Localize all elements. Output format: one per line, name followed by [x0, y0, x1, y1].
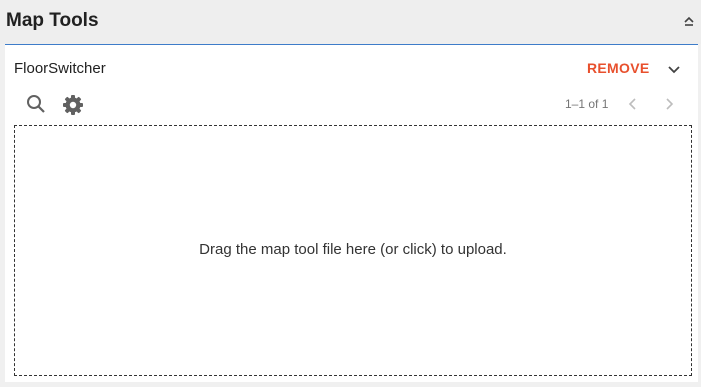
gear-icon	[62, 94, 84, 116]
panel-header: Map Tools	[0, 0, 701, 44]
chevron-left-icon	[626, 96, 640, 112]
remove-button[interactable]: REMOVE	[587, 60, 649, 76]
search-button[interactable]	[26, 94, 46, 114]
settings-button[interactable]	[62, 94, 84, 116]
collapse-panel-button[interactable]	[680, 12, 698, 32]
chevron-down-icon	[666, 61, 682, 77]
file-upload-dropzone[interactable]: Drag the map tool file here (or click) t…	[14, 125, 692, 376]
pagination-info: 1–1 of 1	[565, 97, 609, 111]
chevron-up-icon	[680, 12, 698, 32]
map-tool-card: FloorSwitcher REMOVE 1–1 of 1 Drag the m…	[5, 45, 698, 382]
previous-page-button[interactable]	[626, 96, 640, 112]
next-page-button[interactable]	[662, 96, 676, 112]
panel-title: Map Tools	[6, 10, 99, 31]
dropzone-instructions: Drag the map tool file here (or click) t…	[199, 241, 507, 258]
map-tool-name: FloorSwitcher	[14, 60, 106, 77]
expand-tool-button[interactable]	[666, 61, 682, 77]
search-icon	[26, 94, 46, 114]
chevron-right-icon	[662, 96, 676, 112]
